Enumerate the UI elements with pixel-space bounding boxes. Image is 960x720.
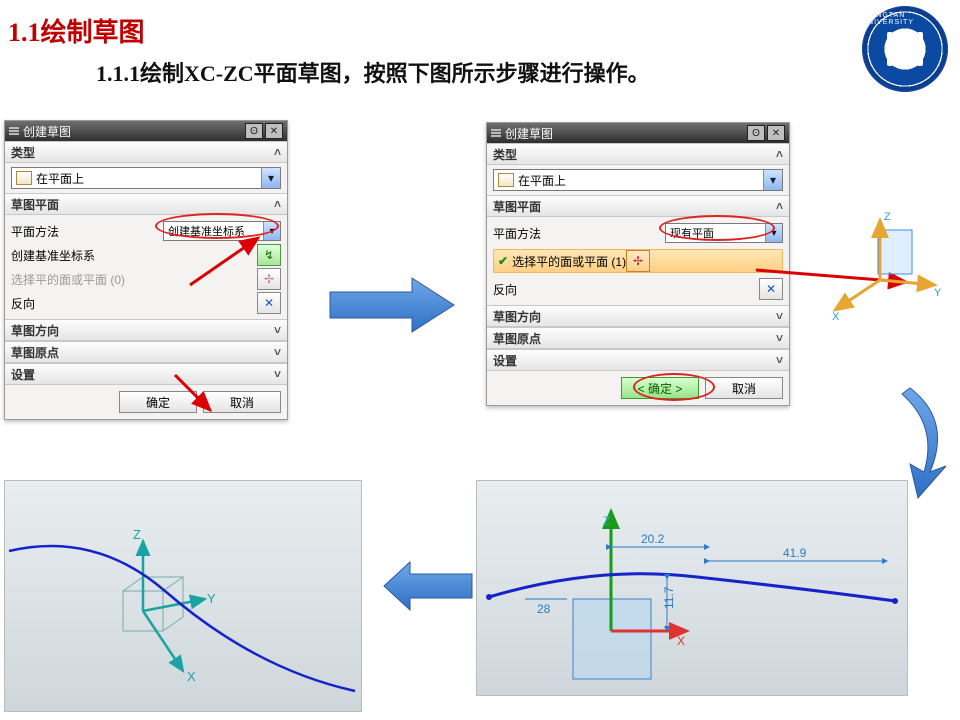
reverse-button[interactable]: ✕: [759, 278, 783, 300]
axis-x-label: X: [187, 669, 196, 684]
section-sketchorigin-label: 草图原点: [11, 344, 59, 361]
chevron-up-icon: ˄: [776, 199, 783, 213]
csys-label: 创建基准坐标系: [11, 247, 95, 264]
dialog-title: 创建草图: [505, 125, 553, 142]
pick-face-button[interactable]: ✢: [626, 250, 650, 272]
type-combo[interactable]: 在平面上 ▾: [493, 169, 783, 191]
chevron-down-icon: ˅: [274, 323, 281, 337]
flow-arrow-left: [380, 556, 480, 616]
chevron-down-icon: ˅: [274, 367, 281, 381]
plane-icon: [16, 171, 32, 185]
section-sketchdir-label: 草图方向: [493, 308, 541, 325]
chevron-down-icon: ˅: [274, 345, 281, 359]
dimension-d: 11.7: [662, 586, 676, 609]
drag-handle-icon[interactable]: [491, 129, 501, 137]
dialog-titlebar[interactable]: 创建草图 ʘ ✕: [487, 123, 789, 143]
check-icon: ✔: [498, 254, 508, 268]
select-face-row[interactable]: ✔ 选择平的面或平面 (1) ✢: [493, 249, 783, 273]
section-sketchplane-header[interactable]: 草图平面 ˄: [487, 195, 789, 217]
section-settings-label: 设置: [493, 352, 517, 369]
svg-text:X: X: [832, 311, 840, 323]
section-sketchdir-label: 草图方向: [11, 322, 59, 339]
section-sketchplane-header[interactable]: 草图平面 ˄: [5, 193, 287, 215]
ok-button[interactable]: 确定: [119, 391, 197, 413]
section-sketchorigin-header[interactable]: 草图原点 ˅: [487, 327, 789, 349]
plane-method-label: 平面方法: [11, 223, 59, 240]
dialog-title: 创建草图: [23, 123, 71, 140]
dropdown-icon[interactable]: ▾: [765, 224, 782, 242]
dropdown-icon[interactable]: ▾: [261, 168, 280, 188]
logo-text: XIANGTAN UNIVERSITY: [862, 12, 948, 26]
axis-y-label: Y: [207, 591, 216, 606]
drag-handle-icon[interactable]: [9, 127, 19, 135]
chevron-down-icon: ˅: [776, 309, 783, 323]
chevron-up-icon: ˄: [274, 197, 281, 211]
svg-text:Y: Y: [934, 287, 942, 299]
close-icon[interactable]: ✕: [767, 125, 785, 141]
section-type-header[interactable]: 类型 ˄: [5, 141, 287, 163]
type-combo-value: 在平面上: [36, 170, 84, 187]
sketch-canvas-dims: Z X 20.2 41.9 28 11.7: [476, 480, 908, 696]
create-sketch-dialog-step1: 创建草图 ʘ ✕ 类型 ˄ 在平面上 ▾ 草图平面 ˄ 平面方法 创建基准坐标系 ▾…: [4, 120, 288, 420]
create-sketch-dialog-step2: 创建草图 ʘ ✕ 类型 ˄ 在平面上 ▾ 草图平面 ˄ 平面方法 现有平面 ▾ ✔ …: [486, 122, 790, 406]
svg-text:Z: Z: [603, 514, 610, 528]
type-combo-value: 在平面上: [518, 172, 566, 189]
section-sketchplane-label: 草图平面: [11, 196, 59, 213]
section-type-label: 类型: [493, 146, 517, 163]
plane-method-combo[interactable]: 创建基准坐标系 ▾: [163, 221, 281, 241]
dimension-b: 41.9: [783, 546, 807, 560]
university-logo: XIANGTAN UNIVERSITY: [862, 6, 948, 92]
type-combo[interactable]: 在平面上 ▾: [11, 167, 281, 189]
section-type-header[interactable]: 类型 ˄: [487, 143, 789, 165]
dimension-a: 20.2: [641, 532, 665, 546]
csys-create-button[interactable]: ↯: [257, 244, 281, 266]
cancel-button[interactable]: 取消: [203, 391, 281, 413]
plane-method-combo[interactable]: 现有平面 ▾: [665, 223, 783, 243]
reverse-label: 反向: [11, 295, 35, 312]
cancel-button[interactable]: 取消: [705, 377, 783, 399]
section-sketchorigin-header[interactable]: 草图原点 ˅: [5, 341, 287, 363]
close-icon[interactable]: ✕: [265, 123, 283, 139]
ok-button[interactable]: < 确定 >: [621, 377, 699, 399]
chevron-up-icon: ˄: [776, 147, 783, 161]
pick-face-button[interactable]: ✢: [257, 268, 281, 290]
csys-triad: Z Y X: [830, 210, 950, 330]
section-settings-header[interactable]: 设置 ˅: [5, 363, 287, 385]
section-sketchplane-label: 草图平面: [493, 198, 541, 215]
section-type-label: 类型: [11, 144, 35, 161]
plane-method-value: 现有平面: [670, 225, 714, 241]
chevron-up-icon: ˄: [274, 145, 281, 159]
section-sketchdir-header[interactable]: 草图方向 ˅: [5, 319, 287, 341]
dropdown-icon[interactable]: ▾: [263, 222, 280, 240]
plane-method-label: 平面方法: [493, 225, 541, 242]
section-heading: 1.1绘制草图: [8, 12, 145, 49]
svg-text:X: X: [677, 634, 685, 648]
section-settings-header[interactable]: 设置 ˅: [487, 349, 789, 371]
reset-icon[interactable]: ʘ: [747, 125, 765, 141]
select-face-label: 选择平的面或平面 (0): [11, 271, 125, 288]
section-sketchdir-header[interactable]: 草图方向 ˅: [487, 305, 789, 327]
section-sketchorigin-label: 草图原点: [493, 330, 541, 347]
select-face-label: 选择平的面或平面 (1): [512, 253, 626, 270]
section-subheading: 1.1.1绘制XC-ZC平面草图，按照下图所示步骤进行操作。: [96, 56, 650, 88]
flow-arrow-right: [322, 270, 462, 340]
axis-z-label: Z: [133, 527, 141, 542]
reset-icon[interactable]: ʘ: [245, 123, 263, 139]
section-settings-label: 设置: [11, 366, 35, 383]
dimension-c: 28: [537, 602, 551, 616]
reverse-button[interactable]: ✕: [257, 292, 281, 314]
chevron-down-icon: ˅: [776, 331, 783, 345]
plane-icon: [498, 173, 514, 187]
axis-z-label: Z: [884, 211, 891, 223]
dialog-titlebar[interactable]: 创建草图 ʘ ✕: [5, 121, 287, 141]
reverse-label: 反向: [493, 281, 517, 298]
model-canvas-3d: Z Y X: [4, 480, 362, 712]
dropdown-icon[interactable]: ▾: [763, 170, 782, 190]
plane-method-value: 创建基准坐标系: [168, 223, 245, 239]
chevron-down-icon: ˅: [776, 353, 783, 367]
